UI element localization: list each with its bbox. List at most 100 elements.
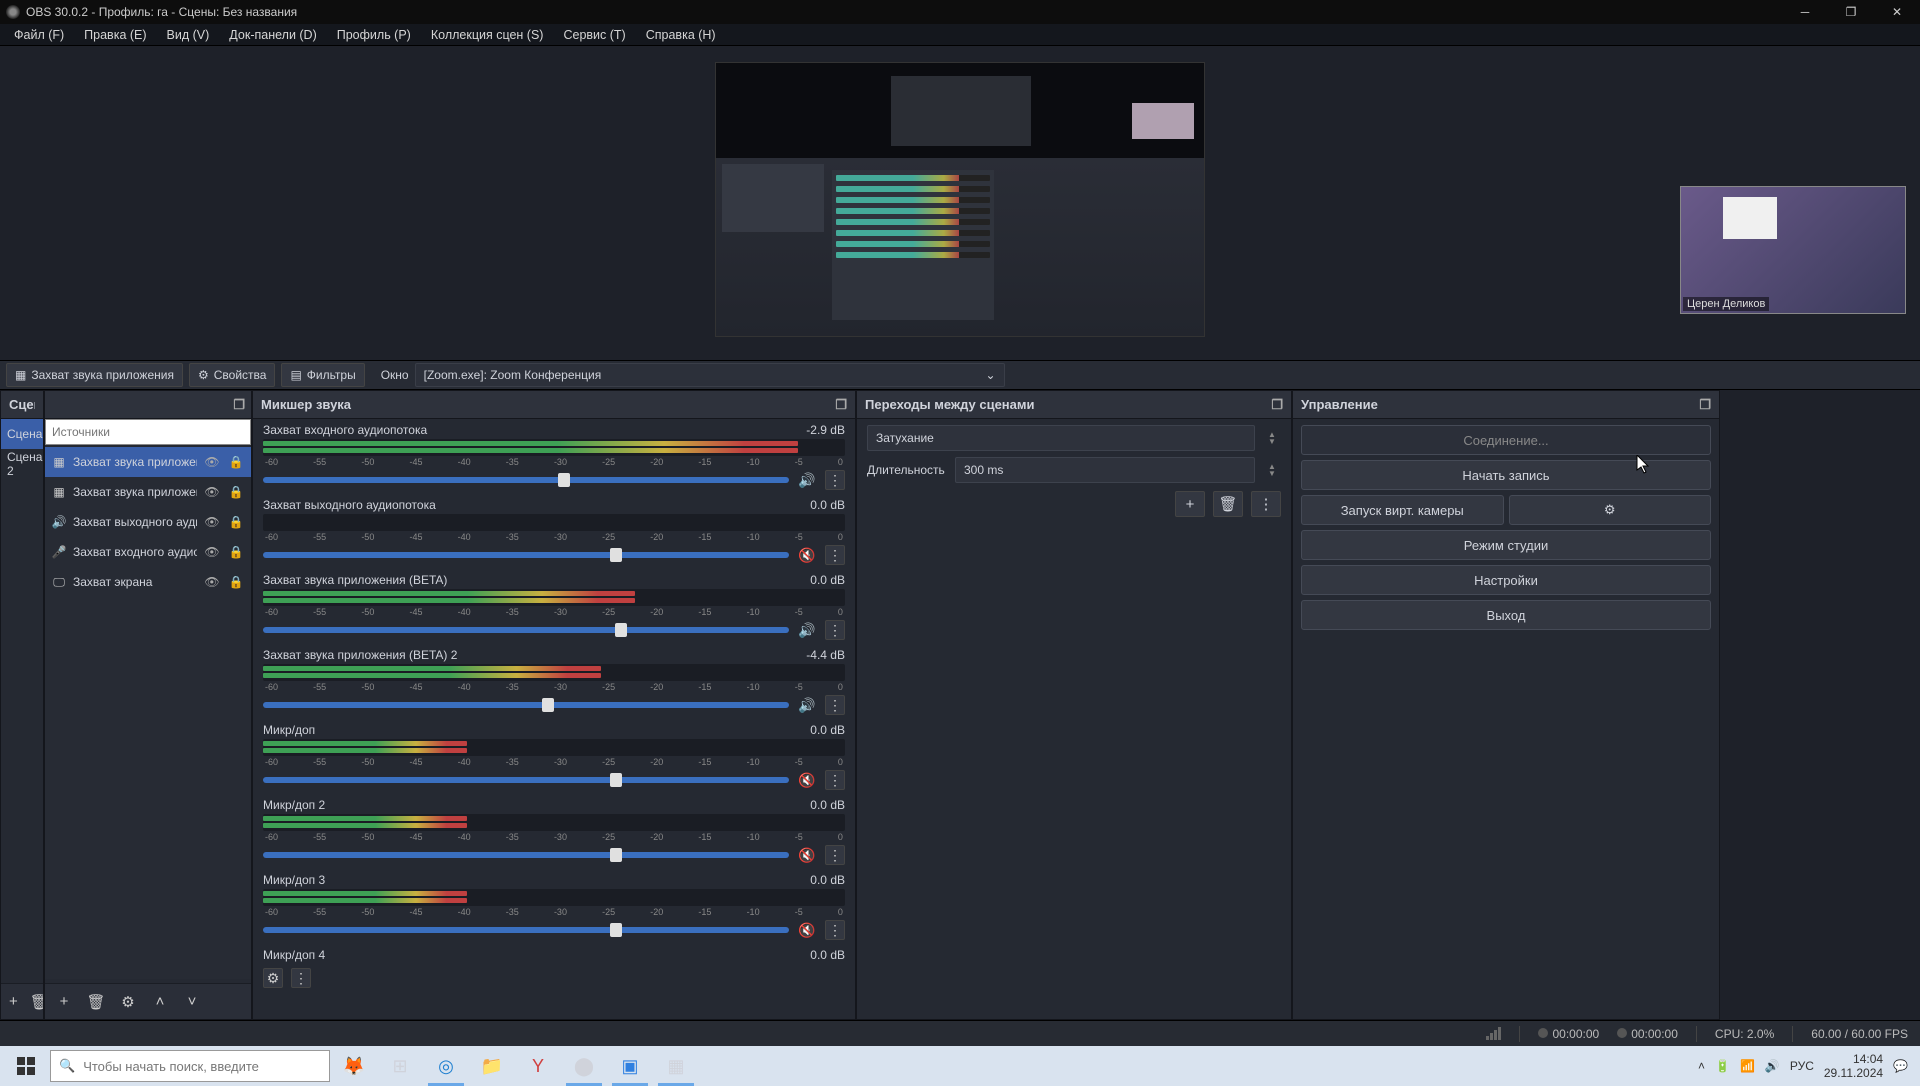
preview-area[interactable]: Церен Деликов [0,46,1920,360]
popout-icon[interactable]: ❐ [233,397,245,413]
channel-menu-button[interactable]: ⋮ [825,770,845,790]
menu-profile[interactable]: Профиль (P) [327,26,421,44]
transition-type-select[interactable]: Затухание [867,425,1255,451]
duration-spin-buttons[interactable]: ▲▼ [1263,463,1281,477]
minimize-button[interactable]: ─ [1782,0,1828,24]
taskbar-cortana-icon[interactable]: 🦊 [332,1046,376,1086]
add-transition-button[interactable]: + [1175,491,1205,517]
source-row[interactable]: ▦Захват звука приложения (BETA)👁🔒 [45,477,251,507]
maximize-button[interactable]: ❐ [1828,0,1874,24]
mixer-settings-button[interactable]: ⚙ [263,968,283,988]
taskbar-clock[interactable]: 14:04 29.11.2024 [1824,1052,1883,1080]
lock-toggle[interactable]: 🔒 [227,485,245,499]
speaker-icon[interactable]: 🔊 [797,470,817,490]
channel-menu-button[interactable]: ⋮ [825,695,845,715]
tray-wifi-icon[interactable]: 📶 [1740,1059,1755,1073]
system-tray[interactable]: ˄ 🔋 📶 🔊 РУС 14:04 29.11.2024 💬 [1698,1052,1916,1080]
taskbar-taskview-icon[interactable]: ⊞ [378,1046,422,1086]
exit-button[interactable]: Выход [1301,600,1711,630]
transition-menu-button[interactable]: ⋮ [1251,491,1281,517]
menu-edit[interactable]: Правка (E) [74,26,156,44]
channel-menu-button[interactable]: ⋮ [825,920,845,940]
scenes-dock-header[interactable]: Сцены [1,391,43,419]
lock-toggle[interactable]: 🔒 [227,515,245,529]
visibility-toggle[interactable]: 👁 [203,545,221,559]
scene-row[interactable]: Сцена [1,419,43,449]
source-properties-button[interactable]: ⚙ [119,993,137,1011]
transitions-dock-header[interactable]: Переходы между сценами ❐ [857,391,1291,419]
muted-icon[interactable]: 🔇 [797,545,817,565]
preview-canvas[interactable] [715,62,1205,337]
taskbar-yandex-icon[interactable]: Y [516,1046,560,1086]
volume-slider[interactable] [263,927,789,933]
volume-slider[interactable] [263,702,789,708]
volume-slider[interactable] [263,852,789,858]
menu-scene-collection[interactable]: Коллекция сцен (S) [421,26,554,44]
taskbar-edge-icon[interactable]: ◎ [424,1046,468,1086]
channel-menu-button[interactable]: ⋮ [825,470,845,490]
tray-chevron-icon[interactable]: ˄ [1698,1059,1705,1073]
lock-toggle[interactable]: 🔒 [227,545,245,559]
scene-row[interactable]: Сцена 2 [1,449,43,479]
volume-slider[interactable] [263,552,789,558]
window-capture-dropdown[interactable]: [Zoom.exe]: Zoom Конференция ⌄ [415,363,1005,387]
virtual-camera-settings-button[interactable]: ⚙ [1509,495,1712,525]
mixer-menu-button[interactable]: ⋮ [291,968,311,988]
volume-slider[interactable] [263,627,789,633]
studio-mode-button[interactable]: Режим студии [1301,530,1711,560]
remove-transition-button[interactable]: 🗑 [1213,491,1243,517]
transition-spin-buttons[interactable]: ▲▼ [1263,431,1281,445]
menu-view[interactable]: Вид (V) [157,26,220,44]
popout-icon[interactable]: ❐ [835,397,847,413]
tray-battery-icon[interactable]: 🔋 [1715,1059,1730,1073]
popout-icon[interactable]: ❐ [1699,397,1711,413]
source-row[interactable]: ▦Захват звука приложения👁🔒 [45,447,251,477]
virtual-camera-button[interactable]: Запуск вирт. камеры [1301,495,1504,525]
sources-dock-header[interactable]: x ❐ [45,391,251,419]
taskbar-explorer-icon[interactable]: 📁 [470,1046,514,1086]
preview-webcam-overlay[interactable]: Церен Деликов [1680,186,1906,314]
menu-docks[interactable]: Док-панели (D) [219,26,326,44]
muted-icon[interactable]: 🔇 [797,920,817,940]
sources-search-box[interactable] [45,419,251,445]
source-row[interactable]: 🔊Захват выходного аудиопотока👁🔒 [45,507,251,537]
popout-icon[interactable]: ❐ [1271,397,1283,413]
visibility-toggle[interactable]: 👁 [203,455,221,469]
tray-volume-icon[interactable]: 🔊 [1765,1059,1780,1073]
source-toolbar-source-name[interactable]: ▦ Захват звука приложения [6,363,183,387]
taskbar-search[interactable]: 🔍 Чтобы начать поиск, введите [50,1050,330,1082]
speaker-icon[interactable]: 🔊 [797,620,817,640]
source-row[interactable]: 🎤Захват входного аудиопотока👁🔒 [45,537,251,567]
source-down-button[interactable]: ˅ [183,993,201,1011]
taskbar-zoom-icon[interactable]: ▣ [608,1046,652,1086]
close-button[interactable]: ✕ [1874,0,1920,24]
properties-button[interactable]: ⚙ Свойства [189,363,275,387]
filters-button[interactable]: ▤ Фильтры [281,363,364,387]
remove-scene-button[interactable]: 🗑 [30,993,43,1011]
controls-dock-header[interactable]: Управление ❐ [1293,391,1719,419]
start-button[interactable] [4,1046,48,1086]
lock-toggle[interactable]: 🔒 [227,455,245,469]
muted-icon[interactable]: 🔇 [797,845,817,865]
channel-menu-button[interactable]: ⋮ [825,620,845,640]
transition-duration-input[interactable]: 300 ms [955,457,1255,483]
start-recording-button[interactable]: Начать запись [1301,460,1711,490]
menu-help[interactable]: Справка (H) [636,26,726,44]
taskbar-obs-icon[interactable]: ⬤ [562,1046,606,1086]
volume-slider[interactable] [263,777,789,783]
settings-button[interactable]: Настройки [1301,565,1711,595]
source-up-button[interactable]: ˄ [151,993,169,1011]
tray-language-icon[interactable]: РУС [1790,1059,1814,1073]
speaker-icon[interactable]: 🔊 [797,695,817,715]
visibility-toggle[interactable]: 👁 [203,485,221,499]
remove-source-button[interactable]: 🗑 [87,993,105,1011]
mixer-dock-header[interactable]: Микшер звука ❐ [253,391,855,419]
volume-slider[interactable] [263,477,789,483]
visibility-toggle[interactable]: 👁 [203,515,221,529]
add-source-button[interactable]: + [55,993,73,1011]
visibility-toggle[interactable]: 👁 [203,575,221,589]
muted-icon[interactable]: 🔇 [797,770,817,790]
source-row[interactable]: 🖵Захват экрана👁🔒 [45,567,251,597]
add-scene-button[interactable]: + [9,993,18,1010]
sources-search-input[interactable] [52,425,244,439]
